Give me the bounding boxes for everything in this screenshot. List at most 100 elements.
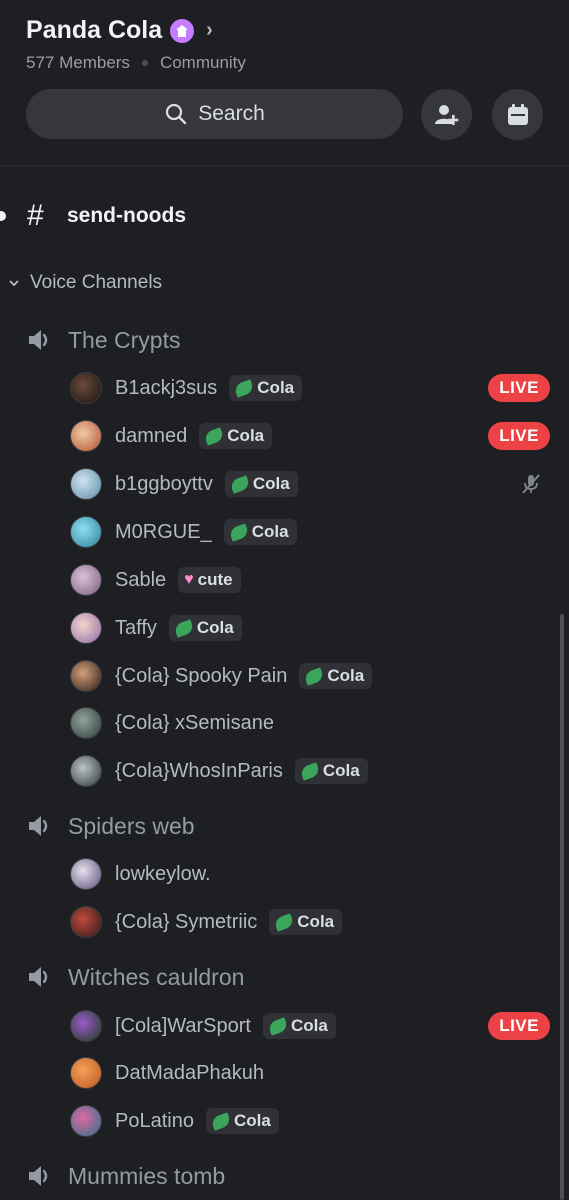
voice-user-row[interactable]: {Cola}WhosInParis Cola [70,751,550,791]
unread-indicator [0,211,6,221]
role-tag-label: Cola [257,378,295,397]
community-badge-icon [170,18,195,43]
avatar [70,660,102,692]
username: [Cola]WarSport [115,1014,251,1037]
username: {Cola} Symetriic [115,910,258,933]
invite-members-button[interactable] [421,89,472,140]
leaf-icon [228,522,250,542]
avatar [70,420,102,452]
avatar [70,1057,102,1089]
scrollbar-thumb[interactable] [560,614,564,1200]
live-badge[interactable]: LIVE [488,1012,550,1040]
username: DatMadaPhakuh [115,1061,264,1084]
channel-send-noods[interactable]: # send-noods [0,195,569,237]
voice-user-row[interactable]: {Cola} Spooky Pain Cola [70,656,550,696]
voice-user-row[interactable]: {Cola} Symetriic Cola [70,902,550,942]
voice-user-row[interactable]: b1ggboyttv Cola [70,464,550,504]
voice-channel-name: Mummies tomb [68,1162,226,1189]
live-badge[interactable]: LIVE [488,422,550,450]
live-badge[interactable]: LIVE [488,374,550,402]
voice-user-row[interactable]: {Cola} xSemisane [70,703,550,743]
voice-user-row[interactable]: PoLatino Cola [70,1101,550,1141]
username: lowkeylow. [115,862,211,885]
role-tag-label: Cola [322,761,360,780]
server-name: Panda Cola [26,16,163,44]
channel-name: send-noods [67,204,186,227]
speaker-icon [29,816,48,836]
role-tag: Cola [205,1108,279,1134]
avatar [70,906,102,938]
role-tag: Cola [262,1013,336,1039]
avatar [70,755,102,787]
role-tag-label: Cola [251,522,289,541]
events-button[interactable] [492,89,543,140]
role-tag: ♥ cute [178,567,241,593]
username: {Cola}WhosInParis [115,759,283,782]
role-tag: Cola [223,519,297,545]
voice-channel-the-crypts[interactable]: The Crypts [26,326,180,354]
voice-channel-witches-cauldron[interactable]: Witches cauldron [26,963,244,991]
avatar [70,858,102,890]
leaf-icon [303,666,326,686]
avatar [70,516,102,548]
chevron-right-icon: › [206,19,213,41]
voice-user-row[interactable]: Sable ♥ cute [70,560,550,600]
leaf-icon [233,378,255,398]
voice-channel-name: Witches cauldron [68,963,245,990]
username: {Cola} xSemisane [115,711,274,734]
role-tag-label: Cola [196,618,234,637]
separator-dot [141,60,148,66]
add-user-icon [434,104,458,125]
mic-muted-icon [522,474,540,494]
voice-channel-mummies-tomb[interactable]: Mummies tomb [26,1162,225,1190]
role-tag: Cola [294,758,368,784]
speaker-icon [29,1166,48,1186]
voice-user-row[interactable]: B1ackj3sus Cola LIVE [70,368,550,408]
leaf-icon [203,426,225,446]
voice-channel-spiders-web[interactable]: Spiders web [26,812,195,840]
avatar [70,1010,102,1042]
role-tag: Cola [224,471,298,497]
voice-user-row[interactable]: damned Cola LIVE [70,416,550,456]
username: {Cola} Spooky Pain [115,664,288,687]
search-label: Search [198,102,265,125]
server-meta: 577 Members Community [26,53,246,73]
avatar [70,468,102,500]
voice-channel-name: Spiders web [68,812,195,839]
speaker-icon [29,967,48,987]
username: Taffy [115,616,157,639]
heart-icon: ♥ [184,571,194,588]
role-tag: Cola [299,663,373,689]
voice-user-row[interactable]: Taffy Cola [70,608,550,648]
username: b1ggboyttv [115,472,213,495]
role-tag-label: Cola [290,1016,328,1035]
leaf-icon [267,1016,289,1036]
role-tag-label: Cola [227,426,265,445]
search-button[interactable]: Search [26,89,403,139]
role-tag-label: Cola [252,474,290,493]
search-icon [166,103,187,125]
voice-channel-name: The Crypts [68,326,181,353]
username: damned [115,424,188,447]
voice-user-row[interactable]: M0RGUE_ Cola [70,512,550,552]
role-tag-label: Cola [297,912,335,931]
avatar [70,612,102,644]
speaker-icon [29,330,48,350]
server-title-button[interactable]: Panda Cola › [26,16,213,45]
category-label: Voice Channels [30,272,163,293]
avatar [70,1105,102,1137]
username: M0RGUE_ [115,520,212,543]
voice-user-row[interactable]: [Cola]WarSport Cola LIVE [70,1006,550,1046]
leaf-icon [210,1111,232,1131]
role-tag: Cola [168,615,242,641]
voice-user-row[interactable]: DatMadaPhakuh [70,1053,550,1093]
voice-user-row[interactable]: lowkeylow. [70,854,550,894]
leaf-icon [299,761,321,781]
avatar [70,372,102,404]
voice-channels-category[interactable]: Voice Channels [8,272,162,294]
role-tag: Cola [269,909,343,935]
role-tag-label: Cola [327,666,365,685]
avatar [70,707,102,739]
role-tag: Cola [229,375,303,401]
leaf-icon [229,474,251,494]
